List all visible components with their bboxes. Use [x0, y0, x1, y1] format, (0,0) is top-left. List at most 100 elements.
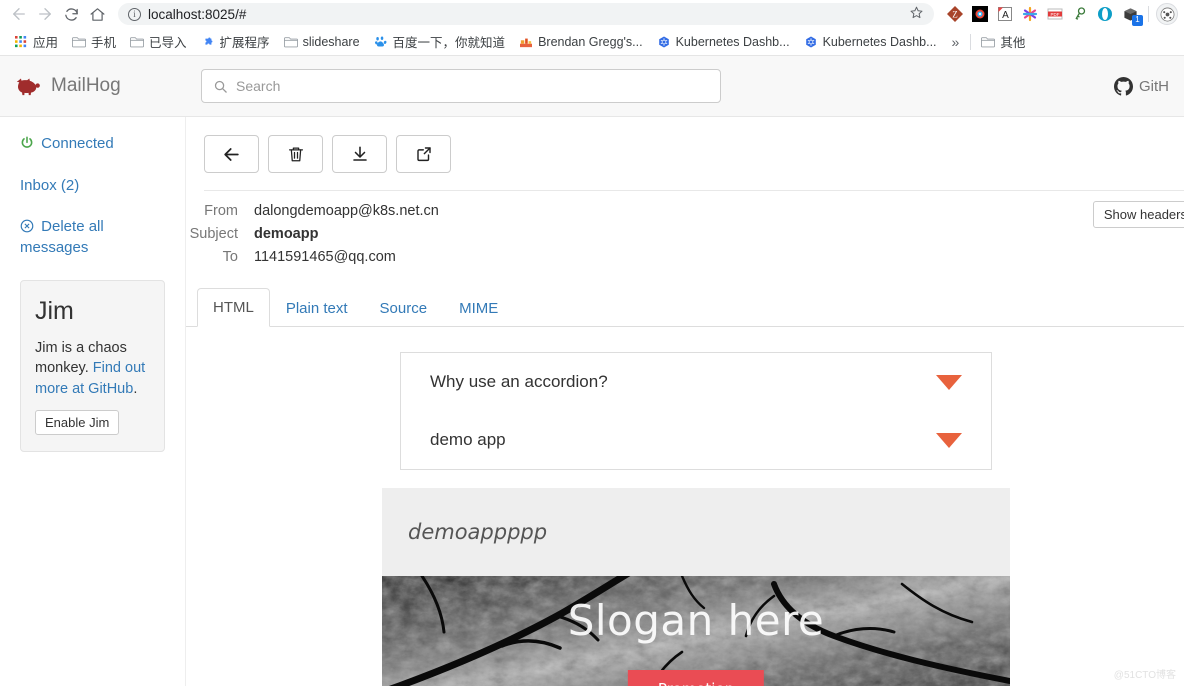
puzzle-icon — [204, 36, 213, 45]
bookmark-label: Brendan Gregg's... — [538, 34, 643, 49]
enable-jim-button[interactable]: Enable Jim — [35, 410, 120, 436]
message-tabs: HTML Plain text Source MIME — [186, 283, 1184, 327]
browser-chrome: i localhost:8025/# Z A PDF 1 应用 手机 已导入 扩… — [0, 0, 1184, 56]
header-value: demoapp — [254, 226, 319, 242]
address-bar[interactable]: i localhost:8025/# — [118, 3, 934, 25]
tabs-container: HTML Plain text Source MIME — [186, 283, 1184, 327]
promo-block: demoappppp Slogan here — [382, 488, 1010, 686]
key-extension-icon[interactable] — [1069, 3, 1091, 25]
site-info-icon[interactable]: i — [128, 7, 141, 21]
search-placeholder: Search — [236, 78, 281, 94]
dark-reader-extension-icon[interactable] — [969, 3, 991, 25]
bookmark-label: Kubernetes Dashb... — [822, 34, 937, 49]
bookmark-label: 其他 — [1000, 36, 1026, 50]
message-toolbar — [186, 117, 1184, 173]
delete-message-button[interactable] — [268, 135, 323, 173]
star-extension-icon[interactable] — [1019, 3, 1041, 25]
bookmark-label: 百度一下，你就知道 — [392, 36, 506, 50]
bookmark-kubernetes-2[interactable]: Kubernetes Dashb... — [797, 32, 944, 52]
bookmark-label: Kubernetes Dashb... — [675, 34, 790, 49]
bookmark-label: 手机 — [91, 36, 117, 50]
show-headers-button[interactable]: Show headers — [1092, 201, 1184, 228]
flame-icon — [520, 38, 533, 47]
release-arrow-icon — [416, 147, 431, 162]
bookmark-label: 扩展程序 — [219, 36, 270, 50]
brand[interactable]: MailHog — [15, 75, 201, 97]
app-body: Connected Inbox (2) Delete all messages … — [0, 117, 1184, 686]
accordion: Why use an accordion? demo app — [400, 352, 992, 470]
sidebar-item-delete-all[interactable]: Delete all messages — [20, 217, 165, 258]
bookmark-folder-imported[interactable]: 已导入 — [123, 29, 194, 54]
apps-grid-icon — [15, 35, 27, 47]
watermark: @51CTO博客 — [1113, 670, 1176, 681]
message-headers: From dalongdemoapp@k8s.net.cn Subject de… — [186, 191, 1184, 265]
zotero-extension-icon[interactable]: Z — [944, 3, 966, 25]
tab-plain-text[interactable]: Plain text — [270, 289, 364, 327]
chevron-down-triangle-icon[interactable] — [936, 374, 962, 390]
box-extension-icon[interactable]: 1 — [1119, 3, 1143, 26]
promotion-button[interactable]: Promotion — [627, 670, 765, 686]
svg-text:Z: Z — [952, 10, 958, 20]
bookmark-brendan-gregg[interactable]: Brendan Gregg's... — [512, 32, 650, 52]
sidebar-item-inbox[interactable]: Inbox (2) — [20, 176, 165, 197]
folder-icon — [72, 36, 87, 47]
header-row-to: To 1141591465@qq.com — [186, 249, 1184, 265]
bookmarks-divider — [970, 33, 972, 50]
tab-html[interactable]: HTML — [197, 288, 270, 327]
translate-extension-icon[interactable]: A — [994, 3, 1016, 25]
release-message-button[interactable] — [396, 135, 451, 173]
folder-icon — [283, 36, 298, 47]
reload-button[interactable] — [58, 1, 84, 27]
bookmark-kubernetes-1[interactable]: Kubernetes Dashb... — [650, 32, 797, 52]
url-text: localhost:8025/# — [148, 6, 247, 22]
svg-text:PDF: PDF — [1051, 12, 1060, 17]
accordion-item-2[interactable]: demo app — [401, 411, 991, 469]
brand-name: MailHog — [51, 75, 121, 96]
header-label: From — [204, 203, 238, 219]
bookmark-extensions[interactable]: 扩展程序 — [194, 29, 277, 54]
bookmark-other[interactable]: 其他 — [974, 29, 1032, 54]
app-navbar: MailHog Search GitH — [0, 56, 1184, 117]
github-icon — [1114, 76, 1133, 96]
accordion-title: Why use an accordion? — [430, 372, 608, 391]
github-link[interactable]: GitH — [1114, 76, 1169, 96]
opera-extension-icon[interactable] — [1094, 3, 1116, 25]
baidu-icon — [374, 36, 386, 47]
search-icon — [214, 80, 227, 93]
search-container: Search — [201, 69, 721, 103]
email-html-preview: Why use an accordion? demo app demoapppp… — [186, 352, 1184, 686]
extensions-tray: Z A PDF 1 — [940, 3, 1178, 26]
download-message-button[interactable] — [332, 135, 387, 173]
back-button[interactable] — [6, 1, 32, 27]
chevron-down-triangle-icon[interactable] — [936, 432, 962, 448]
tab-mime[interactable]: MIME — [443, 289, 514, 327]
header-row-from: From dalongdemoapp@k8s.net.cn — [186, 203, 1184, 219]
bookmark-star-icon[interactable] — [909, 5, 924, 23]
tray-divider — [1148, 6, 1149, 22]
bookmark-baidu[interactable]: 百度一下，你就知道 — [367, 29, 513, 54]
bookmarks-overflow-button[interactable]: » — [944, 34, 968, 50]
download-icon — [352, 146, 367, 161]
header-row-subject: Subject demoapp — [186, 226, 1184, 242]
accordion-item-1[interactable]: Why use an accordion? — [401, 353, 991, 411]
svg-text:A: A — [1002, 10, 1009, 21]
accordion-title: demo app — [430, 430, 506, 449]
github-label: GitH — [1139, 77, 1169, 95]
circle-x-icon — [20, 218, 38, 235]
jim-period: . — [133, 380, 138, 397]
header-label: Subject — [189, 226, 238, 242]
home-button[interactable] — [84, 1, 110, 27]
profile-avatar-icon[interactable] — [1156, 3, 1178, 25]
bookmark-folder-slideshare[interactable]: slideshare — [277, 32, 367, 52]
bookmark-folder-phone[interactable]: 手机 — [65, 29, 123, 54]
back-to-inbox-button[interactable] — [204, 135, 259, 173]
tab-source[interactable]: Source — [364, 289, 444, 327]
header-value: 1141591465@qq.com — [254, 249, 396, 265]
sidebar-item-connected[interactable]: Connected — [20, 134, 165, 155]
search-input[interactable]: Search — [201, 69, 721, 103]
promo-heading: demoappppp — [408, 520, 548, 544]
forward-button[interactable] — [32, 1, 58, 27]
bookmark-apps[interactable]: 应用 — [7, 29, 65, 54]
pdf-extension-icon[interactable]: PDF — [1044, 3, 1066, 25]
bookmark-label: slideshare — [302, 34, 360, 49]
